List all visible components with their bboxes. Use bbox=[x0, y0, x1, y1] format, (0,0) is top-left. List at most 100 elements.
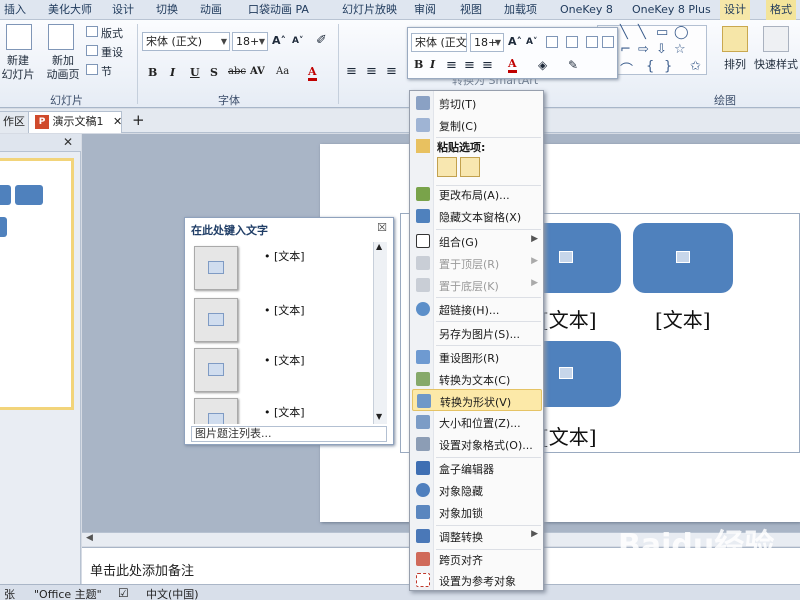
shape-fill-icon[interactable] bbox=[546, 36, 558, 48]
bold-icon[interactable]: B bbox=[414, 58, 423, 71]
list-item-text[interactable]: [文本] bbox=[274, 304, 305, 317]
close-icon[interactable]: ☒ bbox=[377, 221, 387, 234]
reset-button[interactable]: 重设 bbox=[101, 44, 123, 60]
change-case-icon[interactable]: Aa bbox=[276, 66, 289, 77]
quick-styles-button[interactable]: 快速样式 bbox=[752, 56, 800, 72]
smartart-text[interactable]: [文本] bbox=[655, 304, 711, 333]
menu-item-bring-to-front[interactable]: 置于顶层(R) ▶ bbox=[412, 252, 542, 274]
text-pane-scrollbar[interactable]: ▲ ▼ bbox=[373, 242, 387, 424]
tab-onekey8-plus[interactable]: OneKey 8 Plus bbox=[628, 0, 715, 20]
clear-format-icon[interactable]: ✐ bbox=[316, 33, 327, 48]
tab-smartart-format[interactable]: 格式 bbox=[766, 0, 796, 20]
tab-smartart-design[interactable]: 设计 bbox=[720, 0, 750, 20]
new-tab-icon[interactable]: + bbox=[126, 111, 151, 133]
bold-icon[interactable]: B bbox=[148, 66, 157, 79]
tab-addins[interactable]: 加载项 bbox=[500, 0, 541, 20]
menu-item-lock-object[interactable]: 对象加锁 bbox=[412, 501, 542, 523]
paste-picture-button[interactable] bbox=[460, 157, 480, 177]
picture-placeholder-icon[interactable] bbox=[676, 251, 690, 263]
tab-view[interactable]: 视图 bbox=[456, 0, 486, 20]
scroll-up-icon[interactable]: ▲ bbox=[376, 242, 382, 251]
tab-beautify-master[interactable]: 美化大师 bbox=[44, 0, 96, 20]
shrink-font-icon[interactable]: A˅ bbox=[526, 37, 537, 47]
char-spacing-icon[interactable]: AV bbox=[250, 66, 265, 77]
document-tab[interactable]: P 演示文稿1 ✕ bbox=[28, 111, 122, 133]
menu-item-reset-graphic[interactable]: 重设图形(R) bbox=[412, 346, 542, 368]
mini-font-size-combo[interactable]: 18+ ▼ bbox=[470, 33, 504, 52]
list-item[interactable]: • [文本] bbox=[264, 352, 305, 368]
menu-item-hide-text-pane[interactable]: 隐藏文本窗格(X) bbox=[412, 205, 542, 227]
shape-effects-icon[interactable] bbox=[586, 36, 598, 48]
outline-color-icon[interactable]: ✎ bbox=[568, 58, 578, 72]
menu-item-box-editor[interactable]: 盒子编辑器 bbox=[412, 457, 542, 479]
shape-brace-icon[interactable]: { bbox=[646, 59, 654, 74]
shape-elbow-icon[interactable]: ⌐ bbox=[620, 42, 631, 57]
smartart-text[interactable]: [文本] bbox=[541, 421, 597, 450]
shape-line-icon[interactable]: ╲ bbox=[620, 25, 628, 40]
picture-thumbnail[interactable] bbox=[194, 298, 238, 342]
section-button[interactable]: 节 bbox=[101, 63, 112, 79]
picture-thumbnail[interactable] bbox=[194, 348, 238, 392]
tab-transitions[interactable]: 切换 bbox=[152, 0, 182, 20]
shadow-icon[interactable]: S bbox=[210, 66, 218, 79]
list-item[interactable]: • [文本] bbox=[264, 404, 305, 420]
picture-placeholder-icon[interactable] bbox=[559, 251, 573, 263]
align-right-icon[interactable]: ≡ bbox=[482, 58, 493, 73]
arrange-button[interactable]: 排列 bbox=[718, 56, 752, 72]
fill-color-icon[interactable]: ◈ bbox=[538, 58, 547, 72]
align-center-icon[interactable]: ≡ bbox=[366, 64, 377, 79]
list-item-text[interactable]: [文本] bbox=[274, 250, 305, 263]
menu-item-hide-object[interactable]: 对象隐藏 bbox=[412, 479, 542, 501]
layout-button[interactable]: 版式 bbox=[101, 25, 123, 41]
list-item-text[interactable]: [文本] bbox=[274, 406, 305, 419]
mini-font-name-combo[interactable]: 宋体 (正文 bbox=[411, 33, 467, 52]
align-left-icon[interactable]: ≡ bbox=[446, 58, 457, 73]
picture-thumbnail[interactable] bbox=[194, 398, 238, 424]
tab-onekey8[interactable]: OneKey 8 bbox=[556, 0, 617, 20]
tab-design[interactable]: 设计 bbox=[108, 0, 138, 20]
font-color-icon[interactable]: A bbox=[508, 58, 517, 73]
menu-item-hyperlink[interactable]: 超链接(H)... bbox=[412, 298, 542, 320]
shape-rectangle-icon[interactable]: ▭ bbox=[656, 25, 668, 40]
tab-review[interactable]: 审阅 bbox=[410, 0, 440, 20]
menu-item-send-to-back[interactable]: 置于底层(K) ▶ bbox=[412, 274, 542, 296]
menu-item-cross-page-align[interactable]: 跨页对齐 bbox=[412, 548, 542, 570]
smartart-shape[interactable] bbox=[633, 223, 733, 293]
grow-font-icon[interactable]: A˄ bbox=[508, 35, 522, 48]
align-center-icon[interactable]: ≡ bbox=[464, 58, 475, 73]
list-item[interactable]: • [文本] bbox=[264, 248, 305, 264]
menu-item-cut[interactable]: 剪切(T) bbox=[412, 92, 542, 114]
menu-item-change-layout[interactable]: 更改布局(A)... bbox=[412, 183, 542, 205]
shape-arrow-right-icon[interactable]: ⇨ bbox=[638, 42, 649, 57]
font-color-icon[interactable]: A bbox=[308, 66, 317, 81]
italic-icon[interactable]: I bbox=[170, 66, 175, 79]
format-painter-icon[interactable] bbox=[602, 36, 614, 48]
menu-item-copy[interactable]: 复制(C) bbox=[412, 114, 542, 136]
italic-icon[interactable]: I bbox=[430, 58, 435, 71]
menu-item-size-position[interactable]: 大小和位置(Z)... bbox=[412, 411, 542, 433]
menu-item-save-as-picture[interactable]: 另存为图片(S)... bbox=[412, 322, 542, 344]
shape-star-icon[interactable]: ✩ bbox=[690, 59, 701, 74]
new-slide-button[interactable]: 新建 幻灯片 bbox=[0, 54, 36, 82]
close-icon[interactable]: ✕ bbox=[113, 115, 122, 128]
font-size-combo[interactable]: 18+ ▼ bbox=[232, 32, 268, 51]
font-name-combo[interactable]: 宋体 (正文) ▼ bbox=[142, 32, 230, 51]
menu-item-convert-to-shapes[interactable]: 转换为形状(V) bbox=[412, 389, 542, 411]
list-item-text[interactable]: [文本] bbox=[274, 354, 305, 367]
slide-thumbnail[interactable] bbox=[0, 158, 74, 410]
shape-outline-icon[interactable] bbox=[566, 36, 578, 48]
tab-insert[interactable]: 插入 bbox=[0, 0, 30, 20]
menu-item-convert-to-text[interactable]: 转换为文本(C) bbox=[412, 368, 542, 390]
menu-item-adjust-convert[interactable]: 调整转换 ▶ bbox=[412, 525, 542, 547]
spell-check-icon[interactable]: ☑ bbox=[118, 586, 129, 600]
scroll-down-icon[interactable]: ▼ bbox=[376, 412, 382, 421]
scroll-left-icon[interactable]: ◀ bbox=[86, 533, 93, 543]
shape-arrow-down-icon[interactable]: ⇩ bbox=[656, 42, 667, 57]
menu-item-set-reference-object[interactable]: 设置为参考对象 bbox=[412, 569, 542, 591]
menu-item-group[interactable]: 组合(G) ▶ bbox=[412, 230, 542, 252]
notes-placeholder[interactable]: 单击此处添加备注 bbox=[90, 560, 194, 579]
picture-placeholder-icon[interactable] bbox=[559, 367, 573, 379]
align-right-icon[interactable]: ≡ bbox=[386, 64, 397, 79]
menu-item-format-object[interactable]: 设置对象格式(O)... bbox=[412, 433, 542, 455]
shape-brace-icon[interactable]: } bbox=[664, 59, 672, 74]
